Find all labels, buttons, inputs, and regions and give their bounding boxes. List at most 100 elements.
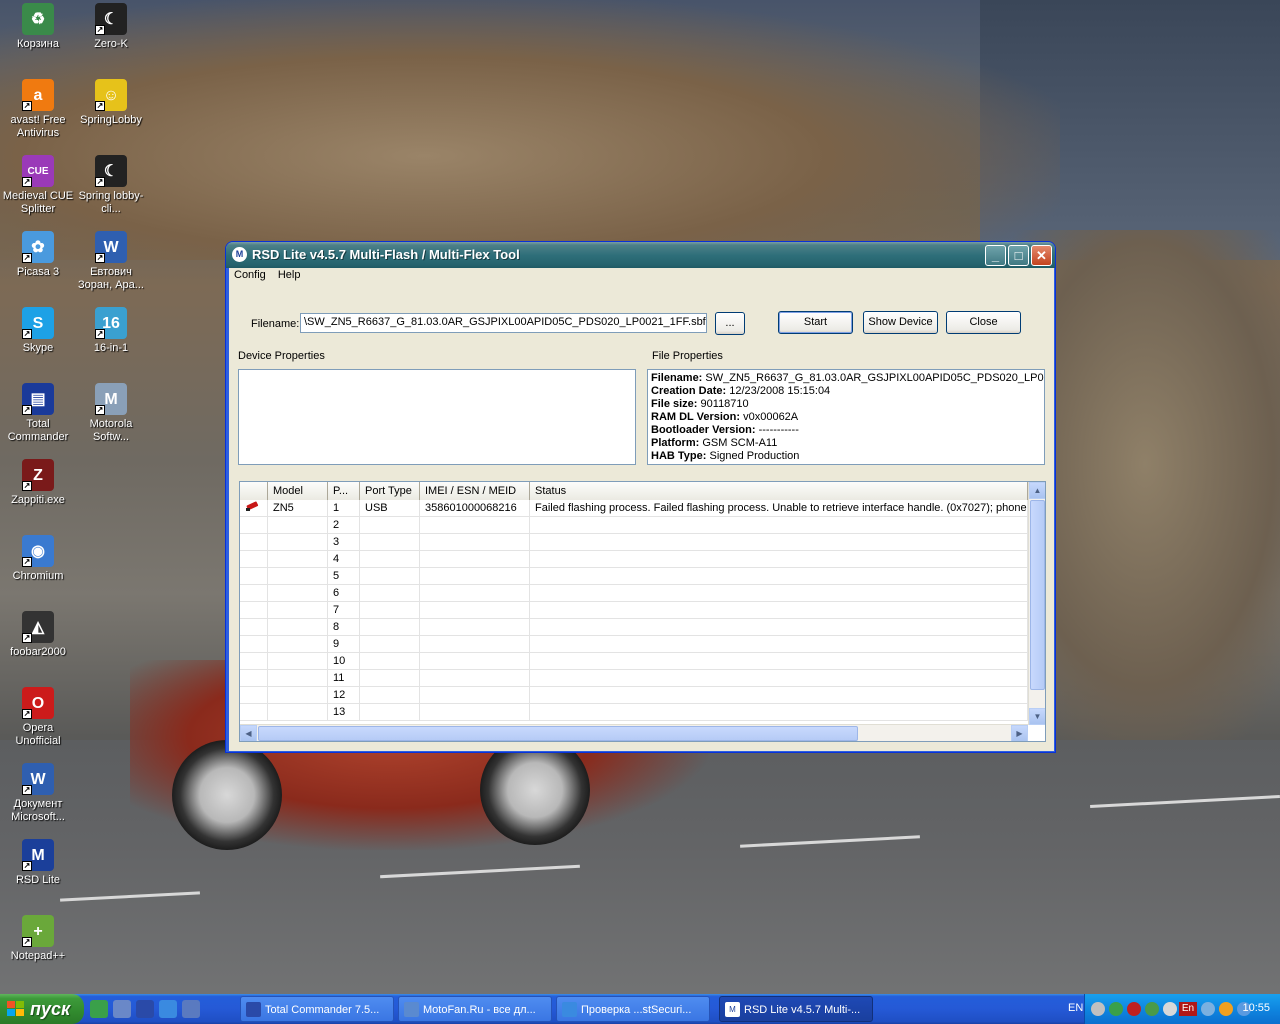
desktop-icon[interactable]: a ↗ avast! Free Antivirus [0,79,76,140]
task-rsd-lite[interactable]: M RSD Lite v4.5.7 Multi-... [719,996,873,1022]
table-row[interactable]: ZN5 1 USB 358601000068216 Failed flashing pr… [240,500,1028,517]
menu-help[interactable]: Help [274,268,305,282]
scroll-up-icon[interactable]: ▲ [1029,482,1045,499]
table-row[interactable]: 13 [240,704,1028,721]
cell-model [268,602,328,619]
desktop-icon[interactable]: S ↗ Skype [0,307,76,355]
cell-imei [420,534,530,551]
tray-app-icon[interactable] [1201,1002,1215,1016]
internet-explorer-icon [562,1002,577,1017]
clock[interactable]: 10:55 [1242,1002,1270,1014]
close-window-button[interactable]: ✕ [1031,245,1052,266]
desktop-icon[interactable]: + ↗ Notepad++ [0,915,76,963]
phone-status-icon [240,670,268,687]
network-icon[interactable] [113,1000,131,1018]
app-icon: ◭ ↗ [22,611,54,643]
utorrent-tray-icon[interactable] [1109,1002,1123,1016]
col-header-imei[interactable]: IMEI / ESN / MEID [420,482,530,500]
scroll-down-icon[interactable]: ▼ [1029,708,1045,725]
horizontal-scrollbar[interactable]: ◀ ▶ [240,724,1028,741]
cell-status: Failed flashing process. Failed flashing… [530,500,1028,517]
table-row[interactable]: 2 [240,517,1028,534]
close-button[interactable]: Close [946,311,1021,334]
cell-port-type [360,653,420,670]
start-button-taskbar[interactable]: пуск [0,994,84,1024]
desktop-icon[interactable]: ◭ ↗ foobar2000 [0,611,76,659]
tray-app-icon[interactable] [1163,1002,1177,1016]
table-row[interactable]: 11 [240,670,1028,687]
desktop-icon[interactable]: O ↗ Opera Unofficial [0,687,76,748]
table-row[interactable]: 12 [240,687,1028,704]
start-button[interactable]: Start [778,311,853,334]
cell-imei [420,670,530,687]
task-total-commander[interactable]: Total Commander 7.5... [240,996,394,1022]
language-indicator[interactable]: EN [1068,1002,1083,1014]
desktop-icon[interactable]: ◉ ↗ Chromium [0,535,76,583]
desktop-icon[interactable]: W ↗ Евтович Зоран, Ара... [73,231,149,292]
cell-model [268,636,328,653]
avast-tray-icon[interactable] [1219,1002,1233,1016]
wallpaper-cliff [0,0,1060,260]
menu-config[interactable]: Config [230,268,270,282]
table-row[interactable]: 8 [240,619,1028,636]
desktop-icon[interactable]: W ↗ Документ Microsoft... [0,763,76,824]
desktop-icon[interactable]: ✿ ↗ Picasa 3 [0,231,76,279]
task-proverka[interactable]: Проверка ...stSecuri... [556,996,710,1022]
desktop-icon[interactable]: ☺ ↗ SpringLobby [73,79,149,127]
desktop-icon[interactable]: ▤ ↗ Total Commander [0,383,76,444]
close-icon: ✕ [1036,248,1047,263]
desktop-icon[interactable]: ☾ ↗ Zero-K [73,3,149,51]
scroll-left-icon[interactable]: ◀ [240,725,257,741]
cell-imei [420,551,530,568]
scroll-right-icon[interactable]: ▶ [1011,725,1028,741]
table-row[interactable]: 6 [240,585,1028,602]
app-icon: ☾ ↗ [95,155,127,187]
network-tray-icon[interactable] [1145,1002,1159,1016]
utorrent-icon[interactable] [90,1000,108,1018]
total-commander-icon[interactable] [136,1000,154,1018]
shortcut-arrow-icon: ↗ [95,329,105,339]
desktop-icon-label: Skype [22,342,54,354]
table-row[interactable]: 4 [240,551,1028,568]
table-row[interactable]: 9 [240,636,1028,653]
col-header-port[interactable]: P... [328,482,360,500]
desktop-icon[interactable]: M ↗ RSD Lite [0,839,76,887]
col-header-model[interactable]: Model [268,482,328,500]
desktop-icon[interactable]: ♻ Корзина [0,3,76,51]
task-motofan[interactable]: MotoFan.Ru - все дл... [398,996,552,1022]
vertical-scrollbar[interactable]: ▲ ▼ [1028,482,1045,725]
table-row[interactable]: 10 [240,653,1028,670]
shortcut-arrow-icon: ↗ [22,861,32,871]
internet-explorer-icon[interactable] [159,1000,177,1018]
tray-arrow-icon[interactable] [1091,1002,1105,1016]
col-header-icon[interactable] [240,482,268,500]
desktop-icon[interactable]: M ↗ Motorola Softw... [73,383,149,444]
show-desktop-icon[interactable] [182,1000,200,1018]
minimize-button[interactable]: _ [985,245,1006,266]
desktop-icon[interactable]: 16 ↗ 16-in-1 [73,307,149,355]
desktop-icon[interactable]: ☾ ↗ Spring lobby-cli... [73,155,149,216]
shield-icon[interactable] [1127,1002,1141,1016]
cell-port-type [360,517,420,534]
desktop-icon-label: 16-in-1 [93,342,129,354]
table-row[interactable]: 7 [240,602,1028,619]
cell-imei [420,653,530,670]
col-header-port-type[interactable]: Port Type [360,482,420,500]
table-row[interactable]: 3 [240,534,1028,551]
scroll-thumb[interactable] [1030,500,1045,690]
app-icon: ♻ [22,3,54,35]
desktop-icon[interactable]: Z ↗ Zappiti.exe [0,459,76,507]
table-row[interactable]: 5 [240,568,1028,585]
desktop-icon[interactable]: CUE ↗ Medieval CUE Splitter [0,155,76,216]
browse-button[interactable]: ... [715,312,745,335]
maximize-button[interactable]: □ [1008,245,1029,266]
hscroll-thumb[interactable] [258,726,858,741]
app-glyph: M [104,390,118,408]
show-device-button[interactable]: Show Device [863,311,938,334]
shortcut-arrow-icon: ↗ [22,709,32,719]
keyboard-layout-indicator[interactable]: En [1179,1002,1197,1016]
filename-field[interactable]: \SW_ZN5_R6637_G_81.03.0AR_GSJPIXL00APID0… [300,313,707,333]
task-label: Total Commander 7.5... [265,1004,380,1016]
window-titlebar[interactable]: M RSD Lite v4.5.7 Multi-Flash / Multi-Fl… [226,242,1055,268]
col-header-status[interactable]: Status [530,482,1028,500]
